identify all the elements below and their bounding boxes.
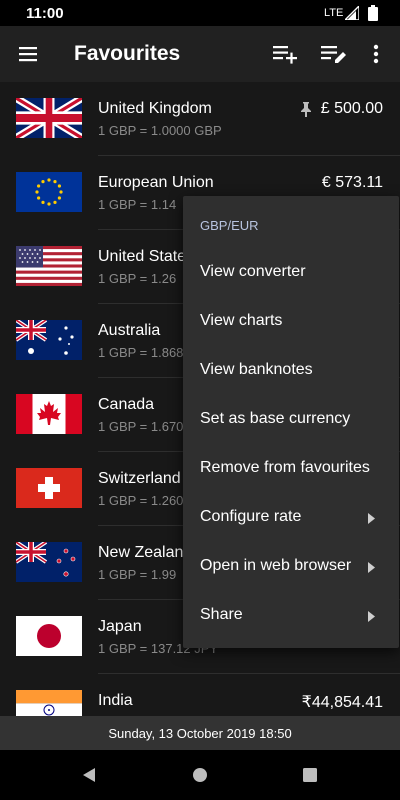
submenu-arrow-icon — [368, 611, 375, 622]
exchange-rate: 1 GBP = 1.670 — [98, 419, 184, 434]
country-name: Switzerland — [98, 470, 181, 487]
country-name: Japan — [98, 618, 142, 635]
status-time: 11:00 — [26, 5, 64, 22]
add-list-icon[interactable] — [272, 42, 298, 66]
menu-item-label: View charts — [200, 312, 283, 329]
menu-item-remove-from-favourites[interactable]: Remove from favourites — [183, 446, 399, 495]
submenu-arrow-icon — [368, 562, 375, 573]
system-nav-bar — [0, 750, 400, 800]
eu-flag-icon — [16, 172, 82, 212]
ca-flag-icon — [16, 394, 82, 434]
exchange-rate: 1 GBP = 1.260 — [98, 493, 184, 508]
country-name: Australia — [98, 322, 161, 339]
amount: € 573.11 — [321, 174, 383, 191]
menu-item-label: Configure rate — [200, 508, 302, 525]
battery-icon — [368, 5, 378, 21]
status-bar: 11:00 LTE — [0, 0, 400, 26]
menu-item-view-charts[interactable]: View charts — [183, 299, 399, 348]
menu-icon[interactable] — [16, 42, 40, 66]
exchange-rate: 1 GBP = 1.99 — [98, 567, 177, 582]
app-bar: Favourites — [0, 26, 400, 82]
country-name: New Zealand — [98, 544, 193, 561]
menu-item-share[interactable]: Share — [183, 593, 399, 642]
nz-flag-icon — [16, 542, 82, 582]
menu-item-label: Open in web browser — [200, 557, 352, 574]
network-type: LTE — [324, 7, 344, 19]
country-name: United States — [98, 248, 195, 265]
menu-item-label: Set as base currency — [200, 410, 351, 427]
country-name: Canada — [98, 396, 155, 413]
country-name: India — [98, 692, 133, 709]
au-flag-icon — [16, 320, 82, 360]
in-flag-icon — [16, 690, 82, 716]
menu-item-set-base-currency[interactable]: Set as base currency — [183, 397, 399, 446]
country-name: United Kingdom — [98, 100, 212, 117]
pin-icon — [301, 102, 311, 117]
jp-flag-icon — [16, 616, 82, 656]
page-title: Favourites — [74, 42, 181, 65]
currency-row-united-kingdom[interactable]: United Kingdom 1 GBP = 1.0000 GBP £ 500.… — [0, 82, 400, 156]
exchange-rate: 1 GBP = 1.26 — [98, 271, 177, 286]
edit-list-icon[interactable] — [320, 42, 348, 66]
exchange-rate: 1 GBP = 1.868 — [98, 345, 184, 360]
us-flag-icon — [16, 246, 82, 286]
ch-flag-icon — [16, 468, 82, 508]
recents-icon[interactable] — [303, 768, 317, 782]
more-vert-icon[interactable] — [366, 42, 386, 66]
back-icon[interactable] — [81, 767, 97, 783]
exchange-rate: 1 GBP = 1.14 — [98, 197, 177, 212]
last-updated-bar: Sunday, 13 October 2019 18:50 — [0, 716, 400, 750]
menu-item-label: Share — [200, 606, 243, 623]
gb-flag-icon — [16, 98, 82, 138]
menu-item-label: View banknotes — [200, 361, 313, 378]
menu-header: GBP/EUR — [200, 218, 259, 233]
menu-item-configure-rate[interactable]: Configure rate — [183, 495, 399, 544]
submenu-arrow-icon — [368, 513, 375, 524]
menu-item-open-in-web-browser[interactable]: Open in web browser — [183, 544, 399, 593]
menu-item-view-banknotes[interactable]: View banknotes — [183, 348, 399, 397]
menu-item-label: View converter — [200, 263, 306, 280]
exchange-rate: 1 GBP = 1.0000 GBP — [98, 123, 222, 138]
last-updated-text: Sunday, 13 October 2019 18:50 — [108, 726, 292, 741]
currency-context-menu: GBP/EUR View converter View charts View … — [183, 196, 399, 648]
amount: £ 500.00 — [320, 100, 383, 117]
menu-item-view-converter[interactable]: View converter — [183, 250, 399, 299]
country-name: European Union — [98, 174, 214, 191]
currency-row-india[interactable]: India ₹44,854.41 — [0, 674, 400, 716]
amount: ₹44,854.41 — [301, 694, 383, 711]
home-icon[interactable] — [192, 767, 208, 783]
signal-icon — [345, 6, 359, 20]
menu-item-label: Remove from favourites — [200, 459, 370, 476]
